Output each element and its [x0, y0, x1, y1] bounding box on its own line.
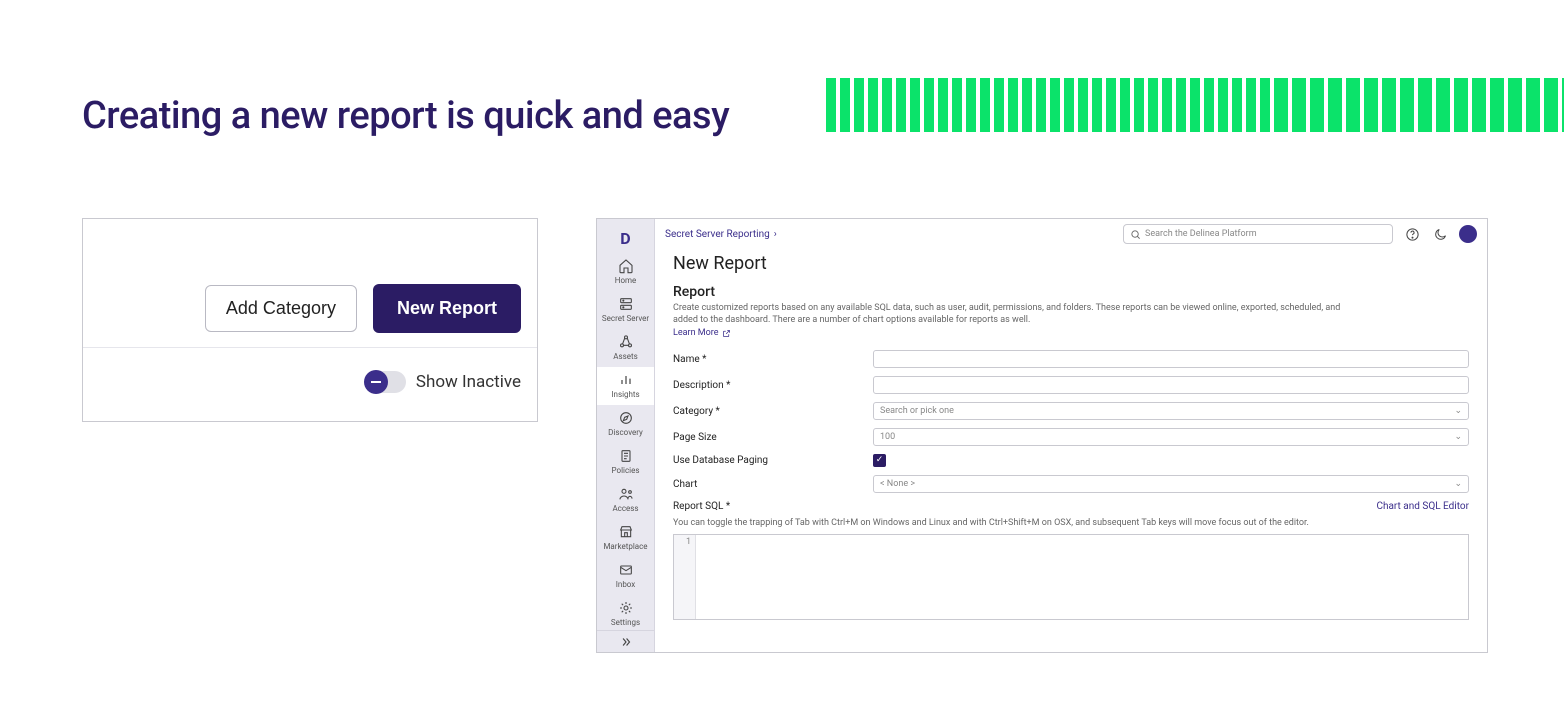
search-placeholder: Search the Delinea Platform — [1145, 229, 1257, 239]
decorative-bars — [826, 78, 1564, 132]
chart-label: Chart — [673, 479, 873, 490]
app-window: D Home Secret Server Assets Insights Dis… — [596, 218, 1488, 653]
divider — [83, 347, 537, 348]
search-input[interactable]: Search the Delinea Platform — [1123, 224, 1393, 244]
inbox-icon — [617, 561, 635, 579]
name-label: Name * — [673, 354, 873, 365]
moon-icon — [1433, 227, 1448, 242]
gear-icon — [617, 599, 635, 617]
breadcrumb-text: Secret Server Reporting — [665, 229, 770, 240]
chart-sql-editor-link[interactable]: Chart and SQL Editor — [1376, 501, 1469, 512]
breadcrumb[interactable]: Secret Server Reporting › — [665, 229, 777, 240]
page-size-label: Page Size — [673, 432, 873, 443]
chart-value: < None > — [880, 479, 915, 489]
external-link-icon — [722, 329, 731, 338]
learn-more-label: Learn More — [673, 328, 719, 338]
search-icon — [1130, 229, 1141, 240]
discovery-icon — [617, 409, 635, 427]
report-form: Name * Description * Category * Search o… — [673, 350, 1469, 620]
sql-hint: You can toggle the trapping of Tab with … — [673, 518, 1469, 528]
use-paging-checkbox[interactable] — [873, 454, 886, 467]
sql-editor[interactable]: 1 — [673, 534, 1469, 620]
show-inactive-toggle[interactable] — [366, 371, 406, 393]
chart-select[interactable]: < None > ⌄ — [873, 475, 1469, 493]
sidebar-item-access[interactable]: Access — [597, 481, 654, 519]
topbar: Secret Server Reporting › Search the Del… — [655, 219, 1487, 249]
insights-icon — [617, 371, 635, 389]
policies-icon — [617, 447, 635, 465]
sidebar-item-label: Home — [615, 277, 637, 285]
name-input[interactable] — [873, 350, 1469, 368]
sidebar-item-label: Access — [612, 505, 638, 513]
home-icon — [617, 257, 635, 275]
sidebar-item-label: Inbox — [616, 581, 636, 589]
help-button[interactable] — [1403, 225, 1421, 243]
sidebar-item-secret-server[interactable]: Secret Server — [597, 291, 654, 329]
category-placeholder: Search or pick one — [880, 406, 954, 416]
category-label: Category * — [673, 406, 873, 417]
sidebar: D Home Secret Server Assets Insights Dis… — [597, 219, 655, 652]
editor-gutter: 1 — [674, 535, 696, 619]
sidebar-item-label: Insights — [611, 391, 639, 399]
use-paging-label: Use Database Paging — [673, 455, 873, 466]
chevron-right-icon: › — [774, 229, 777, 240]
assets-icon — [617, 333, 635, 351]
marketplace-icon — [617, 523, 635, 541]
sidebar-item-label: Discovery — [608, 429, 643, 437]
page-size-select[interactable]: 100 ⌄ — [873, 428, 1469, 446]
section-heading: Report — [673, 284, 1469, 300]
sidebar-item-marketplace[interactable]: Marketplace — [597, 519, 654, 557]
new-report-button[interactable]: New Report — [373, 284, 521, 333]
chevron-down-icon: ⌄ — [1454, 432, 1462, 442]
sidebar-item-label: Secret Server — [602, 315, 649, 323]
show-inactive-label: Show Inactive — [416, 372, 521, 392]
sidebar-item-label: Policies — [612, 467, 640, 475]
chevron-down-icon: ⌄ — [1454, 479, 1462, 489]
help-icon — [1405, 227, 1420, 242]
left-panel: Add Category New Report Show Inactive — [82, 218, 538, 422]
sidebar-item-inbox[interactable]: Inbox — [597, 557, 654, 595]
page-title: New Report — [673, 253, 1469, 274]
section-description: Create customized reports based on any a… — [673, 302, 1363, 326]
sidebar-item-label: Assets — [613, 353, 637, 361]
page-size-value: 100 — [880, 432, 895, 442]
content: New Report Report Create customized repo… — [655, 249, 1487, 652]
access-icon — [617, 485, 635, 503]
main-area: Secret Server Reporting › Search the Del… — [655, 219, 1487, 652]
add-category-button[interactable]: Add Category — [205, 285, 357, 332]
sidebar-item-label: Settings — [611, 619, 640, 627]
secret-server-icon — [617, 295, 635, 313]
sidebar-expand-button[interactable] — [597, 630, 654, 652]
category-select[interactable]: Search or pick one ⌄ — [873, 402, 1469, 420]
sidebar-item-discovery[interactable]: Discovery — [597, 405, 654, 443]
page-heading: Creating a new report is quick and easy — [82, 94, 729, 138]
theme-toggle-button[interactable] — [1431, 225, 1449, 243]
avatar[interactable] — [1459, 225, 1477, 243]
description-label: Description * — [673, 380, 873, 391]
sidebar-item-label: Marketplace — [603, 543, 647, 551]
editor-code-area[interactable] — [696, 535, 1468, 619]
sidebar-item-settings[interactable]: Settings — [597, 595, 654, 633]
sidebar-item-insights[interactable]: Insights — [597, 367, 654, 405]
sidebar-item-assets[interactable]: Assets — [597, 329, 654, 367]
chevron-down-icon: ⌄ — [1454, 406, 1462, 416]
sidebar-item-home[interactable]: Home — [597, 253, 654, 291]
description-input[interactable] — [873, 376, 1469, 394]
learn-more-link[interactable]: Learn More — [673, 328, 731, 338]
app-logo: D — [615, 227, 637, 249]
report-sql-label: Report SQL * — [673, 501, 730, 512]
sidebar-item-policies[interactable]: Policies — [597, 443, 654, 481]
